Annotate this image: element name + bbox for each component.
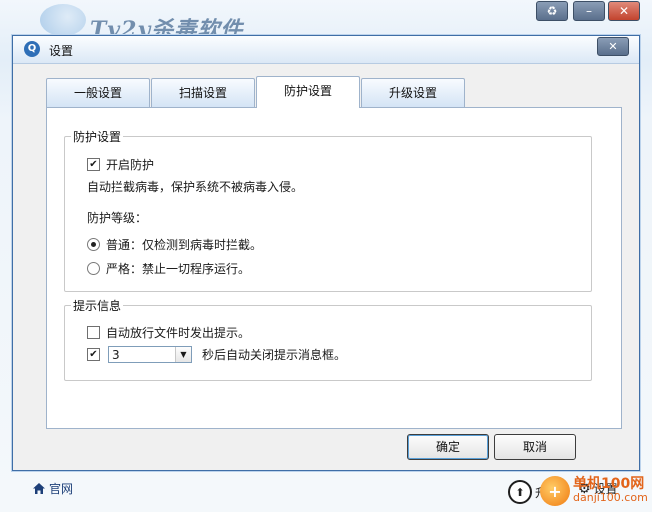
watermark-text: 单机100网 (573, 476, 645, 492)
dialog-close-button[interactable]: ✕ (597, 37, 629, 56)
enable-protection-label: 开启防护 (106, 158, 155, 172)
minimize-button[interactable]: – (573, 1, 605, 21)
watermark-logo: + 单机100网 danji100.com (540, 470, 652, 512)
autoclose-row: ✔ 3 ▼ 秒后自动关闭提示消息框。 (87, 346, 346, 363)
watermark-url: danji100.com (573, 491, 648, 504)
autorun-hint-checkbox[interactable] (87, 326, 100, 339)
close-button[interactable]: ✕ (608, 1, 640, 21)
tab-scan[interactable]: 扫描设置 (151, 78, 255, 107)
level-normal-radio[interactable] (87, 238, 100, 251)
protection-description: 自动拦截病毒，保护系统不被病毒入侵。 (87, 180, 304, 194)
hints-group: 提示信息 自动放行文件时发出提示。 ✔ 3 ▼ 秒后自动关闭提示消息框。 (64, 297, 592, 381)
dialog-title: 设置 (49, 44, 74, 58)
upload-arrow-icon: ⬆ (508, 480, 532, 504)
ok-button[interactable]: 确定 (407, 434, 489, 460)
app-icon: Q (24, 41, 40, 57)
tab-update[interactable]: 升级设置 (361, 78, 465, 107)
hints-group-legend: 提示信息 (71, 297, 124, 314)
seconds-select[interactable]: 3 ▼ (108, 346, 192, 363)
level-strict-option[interactable]: 严格：禁止一切程序运行。 (87, 260, 250, 277)
level-normal-option[interactable]: 普通：仅检测到病毒时拦截。 (87, 236, 262, 253)
settings-dialog: Q 设置 ✕ 一般设置 扫描设置 防护设置 升级设置 防护设置 ✔ 开启防护 自… (12, 35, 640, 471)
watermark-badge-icon: + (540, 476, 570, 506)
official-site-label: 官网 (49, 482, 74, 496)
chevron-down-icon[interactable]: ▼ (175, 347, 191, 362)
autorun-hint-label: 自动放行文件时发出提示。 (106, 326, 251, 340)
enable-protection-checkbox[interactable]: ✔ (87, 158, 100, 171)
protection-panel: 防护设置 ✔ 开启防护 自动拦截病毒，保护系统不被病毒入侵。 防护等级： 普通：… (46, 107, 622, 429)
autoclose-checkbox[interactable]: ✔ (87, 348, 100, 361)
seconds-value: 3 (112, 347, 120, 362)
home-icon (33, 483, 45, 494)
autorun-hint-row[interactable]: 自动放行文件时发出提示。 (87, 324, 250, 341)
protection-group: 防护设置 ✔ 开启防护 自动拦截病毒，保护系统不被病毒入侵。 防护等级： 普通：… (64, 128, 592, 292)
enable-protection-row[interactable]: ✔ 开启防护 (87, 156, 154, 173)
protection-group-legend: 防护设置 (71, 128, 124, 145)
official-site-link[interactable]: 官网 (32, 480, 73, 497)
level-normal-label: 普通：仅检测到病毒时拦截。 (106, 238, 263, 252)
tab-protection[interactable]: 防护设置 (256, 76, 360, 108)
protection-level-label: 防护等级： (87, 211, 148, 225)
app-logo (40, 4, 86, 36)
level-strict-radio[interactable] (87, 262, 100, 275)
dialog-titlebar[interactable]: Q 设置 ✕ (13, 36, 639, 64)
autoclose-suffix: 秒后自动关闭提示消息框。 (202, 348, 347, 362)
tab-general[interactable]: 一般设置 (46, 78, 150, 107)
recycle-icon[interactable]: ♻ (536, 1, 568, 21)
level-strict-label: 严格：禁止一切程序运行。 (106, 262, 251, 276)
cancel-button[interactable]: 取消 (494, 434, 576, 460)
